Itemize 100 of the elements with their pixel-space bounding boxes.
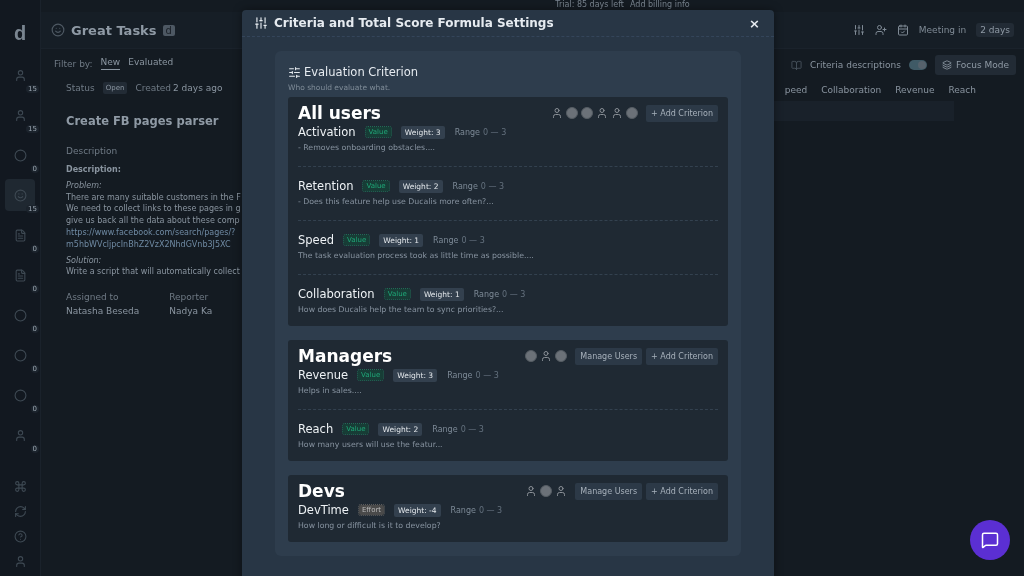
range-label: Range bbox=[450, 505, 476, 515]
criterion-name: Speed bbox=[298, 233, 335, 247]
range-value: 0 — 3 bbox=[478, 505, 503, 515]
description-line: Problem: bbox=[66, 179, 103, 192]
billing-link[interactable]: Add billing info bbox=[630, 0, 690, 12]
user-icon[interactable] bbox=[13, 555, 27, 568]
close-button[interactable]: × bbox=[747, 15, 762, 31]
filter-tab[interactable]: New bbox=[100, 57, 121, 70]
command-icon[interactable] bbox=[13, 480, 27, 493]
settings-icon[interactable] bbox=[852, 24, 865, 36]
descriptions-toggle[interactable] bbox=[908, 60, 927, 70]
range-value: 0 — 3 bbox=[460, 424, 484, 434]
column-header: Revenue bbox=[895, 85, 935, 95]
created-label: Created bbox=[135, 83, 171, 93]
logo: d bbox=[13, 22, 27, 45]
help-icon[interactable] bbox=[13, 530, 27, 543]
chat-icon bbox=[981, 531, 999, 549]
board-icon bbox=[51, 23, 65, 37]
criterion-name: Activation bbox=[298, 125, 356, 139]
avatar-icon bbox=[555, 485, 568, 497]
avatar-icon bbox=[611, 107, 624, 119]
avatar-icon bbox=[551, 107, 564, 119]
avatar bbox=[540, 485, 553, 497]
sliders-icon bbox=[288, 65, 301, 79]
document-icon bbox=[13, 268, 27, 282]
circle-icon bbox=[13, 148, 27, 162]
book-icon bbox=[791, 59, 803, 71]
range-value: 0 — 3 bbox=[480, 181, 505, 191]
group-title: All users bbox=[298, 103, 381, 123]
status-label: Status bbox=[66, 83, 95, 93]
reporter-label: Reporter bbox=[169, 292, 210, 303]
meeting-label: Meeting in bbox=[918, 25, 967, 35]
description-line: There are many suitable customers in the F bbox=[66, 191, 242, 204]
document-icon bbox=[13, 228, 27, 242]
avatar-icon bbox=[525, 485, 538, 497]
criterion-name: Reach bbox=[298, 422, 334, 436]
meeting-value: 2 days bbox=[976, 23, 1014, 37]
dialog-title: Criteria and Total Score Formula Settings bbox=[274, 16, 554, 30]
avatar bbox=[555, 350, 568, 362]
group-title: Managers bbox=[298, 346, 393, 366]
smiley-icon bbox=[13, 188, 27, 202]
column-header: Collaboration bbox=[821, 85, 882, 95]
range-value: 0 — 3 bbox=[502, 289, 526, 299]
range-label: Range bbox=[473, 289, 500, 299]
descriptions-label: Criteria descriptions bbox=[810, 60, 901, 70]
focus-mode-button[interactable]: Focus Mode bbox=[934, 55, 1016, 75]
avatar-icon bbox=[540, 350, 553, 362]
description-line: give us back all the data about these comp bbox=[66, 215, 241, 227]
group-button[interactable]: + Add Criterion bbox=[646, 482, 718, 500]
trial-text: Trial: 85 days left bbox=[555, 0, 624, 11]
user-icon bbox=[13, 108, 27, 122]
column-header: peed bbox=[784, 85, 808, 95]
assignee-label: Assigned to bbox=[66, 292, 120, 303]
description-line: Write a script that will automatically collect bbox=[66, 266, 241, 279]
avatar bbox=[525, 350, 538, 362]
avatar-icon bbox=[596, 107, 609, 119]
user-icon bbox=[13, 68, 27, 82]
filter-tab[interactable]: Evaluated bbox=[128, 57, 174, 70]
range-value: 0 — 3 bbox=[475, 370, 499, 380]
range-label: Range bbox=[433, 235, 459, 245]
calendar-icon bbox=[896, 24, 909, 36]
range-value: 0 — 3 bbox=[483, 127, 507, 137]
avatar bbox=[581, 107, 594, 119]
group-button[interactable]: Manage Users bbox=[575, 482, 643, 500]
circle-icon bbox=[13, 308, 27, 322]
group-button[interactable]: + Add Criterion bbox=[646, 347, 718, 365]
circle-icon bbox=[13, 348, 27, 362]
refresh-icon[interactable] bbox=[13, 505, 27, 518]
section-title: Evaluation Criterion bbox=[304, 65, 419, 79]
user-icon bbox=[13, 428, 27, 442]
criterion-name: Collaboration bbox=[298, 287, 375, 301]
circle-icon bbox=[13, 388, 27, 402]
range-value: 0 — 3 bbox=[461, 235, 485, 245]
avatar bbox=[626, 107, 639, 119]
criterion-name: Revenue bbox=[298, 368, 349, 382]
range-label: Range bbox=[432, 424, 458, 434]
sliders-icon bbox=[254, 16, 268, 30]
description-label: Description bbox=[66, 146, 119, 156]
criterion-name: Retention bbox=[298, 179, 354, 193]
range-label: Range bbox=[447, 370, 473, 380]
range-label: Range bbox=[454, 127, 480, 137]
reporter-name: Nadya Ka bbox=[169, 306, 213, 317]
group-button[interactable]: Manage Users bbox=[575, 347, 643, 365]
description-line: Solution: bbox=[66, 254, 103, 267]
board-title: Great Tasks bbox=[71, 22, 157, 38]
user-plus-icon[interactable] bbox=[874, 24, 887, 36]
column-header: Reach bbox=[948, 85, 976, 95]
task-title: Create FB pages parser bbox=[66, 114, 220, 128]
criterion-name: DevTime bbox=[298, 503, 349, 517]
filter-label: Filter by: bbox=[54, 58, 93, 69]
avatar bbox=[566, 107, 579, 119]
assignee-name: Natasha Beseda bbox=[66, 306, 140, 317]
description-line: We need to collect links to these pages in g bbox=[66, 203, 242, 216]
created-date: 2 days ago bbox=[173, 83, 223, 93]
chat-button[interactable] bbox=[970, 520, 1010, 560]
group-title: Devs bbox=[298, 481, 345, 501]
layers-icon bbox=[941, 60, 952, 70]
range-label: Range bbox=[452, 181, 478, 191]
description-line: Description: bbox=[66, 164, 122, 176]
group-button[interactable]: + Add Criterion bbox=[646, 104, 718, 122]
